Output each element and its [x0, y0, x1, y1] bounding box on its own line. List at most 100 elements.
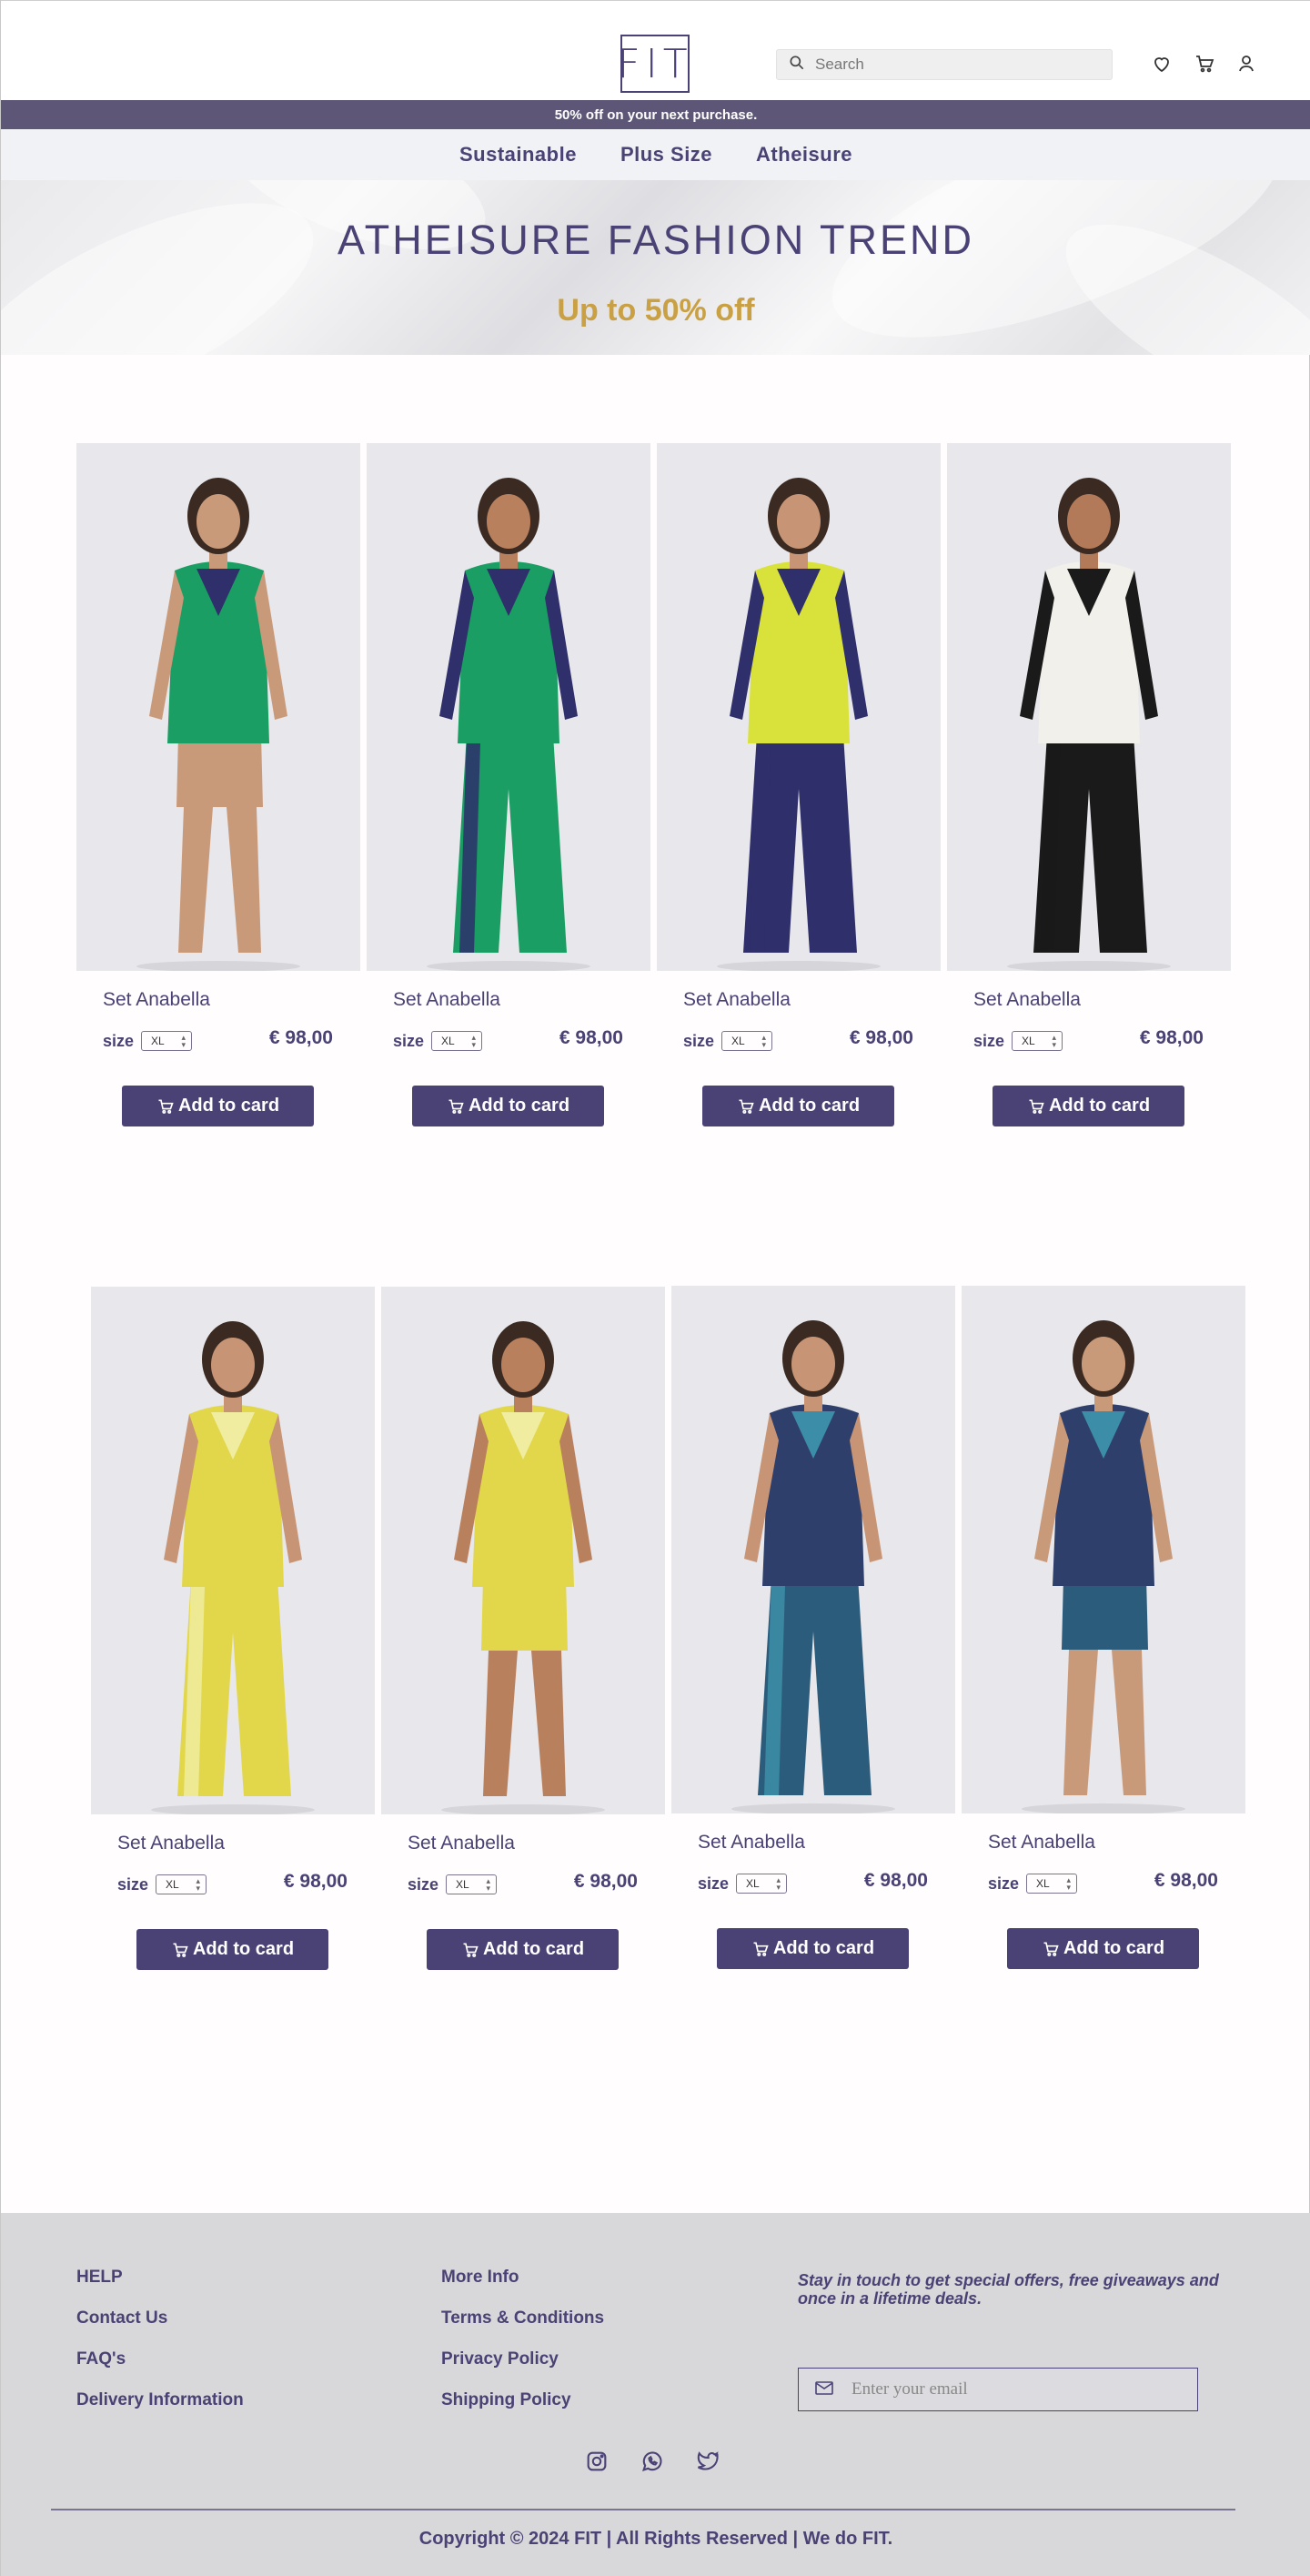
cart-icon[interactable]: [1192, 51, 1217, 76]
instagram-icon[interactable]: [583, 2448, 610, 2475]
site-header: FIT: [1, 0, 1310, 100]
size-row: size XL ▴ ▾: [103, 1031, 193, 1051]
size-row: size XL ▴ ▾: [393, 1031, 483, 1051]
cart-icon: [461, 1941, 483, 1959]
add-to-cart-button[interactable]: Add to card: [122, 1086, 314, 1126]
stepper-icon: ▴ ▾: [471, 1033, 477, 1049]
stepper-icon: ▴ ▾: [196, 1876, 201, 1893]
stepper-icon: ▴ ▾: [1052, 1033, 1057, 1049]
product-image[interactable]: [657, 443, 941, 971]
add-to-cart-button[interactable]: Add to card: [136, 1929, 328, 1970]
search-icon: [788, 54, 806, 76]
nav-plus-size[interactable]: Plus Size: [620, 143, 712, 167]
add-to-cart-button[interactable]: Add to card: [702, 1086, 894, 1126]
add-to-cart-button[interactable]: Add to card: [427, 1929, 619, 1970]
size-row: size XL ▴ ▾: [973, 1031, 1063, 1051]
size-select[interactable]: XL ▴ ▾: [141, 1031, 193, 1051]
cart-icon: [447, 1097, 469, 1116]
hero-banner: ATHEISURE FASHION TREND Up to 50% off: [1, 180, 1310, 355]
product-name[interactable]: Set Anabella: [408, 1833, 515, 1854]
size-select[interactable]: XL ▴ ▾: [1026, 1874, 1078, 1894]
product-price: € 98,00: [863, 1870, 928, 1891]
size-value: XL: [456, 1878, 469, 1891]
footer-link-terms[interactable]: Terms & Conditions: [441, 2308, 604, 2328]
product-image[interactable]: [671, 1286, 955, 1813]
product-card: Set Anabella size XL ▴ ▾ € 98,00 Add to c…: [367, 443, 650, 1126]
nav-atheisure[interactable]: Atheisure: [756, 143, 852, 167]
size-label: size: [973, 1031, 1005, 1050]
product-image[interactable]: [91, 1287, 375, 1814]
footer-link-privacy[interactable]: Privacy Policy: [441, 2349, 604, 2369]
size-select[interactable]: XL ▴ ▾: [446, 1874, 498, 1894]
product-price: € 98,00: [1139, 1027, 1204, 1048]
nav-sustainable[interactable]: Sustainable: [459, 143, 577, 167]
size-label: size: [988, 1874, 1020, 1893]
stepper-icon: ▴ ▾: [486, 1876, 491, 1893]
footer-link-contact[interactable]: Contact Us: [76, 2308, 244, 2328]
search-input[interactable]: [815, 56, 1088, 74]
product-price: € 98,00: [559, 1027, 623, 1048]
user-icon[interactable]: [1234, 51, 1259, 76]
footer-link-delivery[interactable]: Delivery Information: [76, 2390, 244, 2409]
add-to-cart-button[interactable]: Add to card: [717, 1928, 909, 1969]
product-image[interactable]: [381, 1287, 665, 1814]
size-value: XL: [1022, 1035, 1035, 1047]
product-name[interactable]: Set Anabella: [393, 989, 500, 1011]
product-name[interactable]: Set Anabella: [698, 1832, 805, 1854]
size-label: size: [117, 1874, 149, 1894]
size-row: size XL ▴ ▾: [683, 1031, 773, 1051]
add-to-cart-label: Add to card: [482, 1939, 585, 1959]
product-name[interactable]: Set Anabella: [973, 989, 1081, 1011]
product-image[interactable]: [962, 1286, 1245, 1813]
size-select[interactable]: XL ▴ ▾: [1012, 1031, 1063, 1051]
size-label: size: [698, 1874, 730, 1893]
product-card: Set Anabella size XL ▴ ▾ € 98,00 Add to c…: [657, 443, 941, 1126]
product-price: € 98,00: [849, 1027, 913, 1048]
footer-link-faq[interactable]: FAQ's: [76, 2349, 244, 2369]
product-card: Set Anabella size XL ▴ ▾ € 98,00 Add to c…: [962, 1286, 1245, 1969]
footer-divider: [51, 2509, 1235, 2510]
product-name[interactable]: Set Anabella: [988, 1832, 1095, 1854]
email-field[interactable]: [798, 2368, 1198, 2411]
footer-link-shipping[interactable]: Shipping Policy: [441, 2390, 604, 2409]
add-to-cart-button[interactable]: Add to card: [412, 1086, 604, 1126]
size-select[interactable]: XL ▴ ▾: [431, 1031, 483, 1051]
category-nav: Sustainable Plus Size Atheisure: [1, 129, 1310, 180]
add-to-cart-label: Add to card: [1063, 1938, 1165, 1958]
cart-icon: [1042, 1940, 1063, 1958]
cart-icon: [171, 1941, 193, 1959]
product-name[interactable]: Set Anabella: [103, 989, 210, 1011]
product-image[interactable]: [76, 443, 360, 971]
product-image[interactable]: [367, 443, 650, 971]
size-label: size: [408, 1874, 439, 1894]
product-card: Set Anabella size XL ▴ ▾ € 98,00 Add to c…: [947, 443, 1231, 1126]
stepper-icon: ▴ ▾: [761, 1033, 767, 1049]
whatsapp-icon[interactable]: [639, 2448, 666, 2475]
size-value: XL: [731, 1035, 745, 1047]
product-card: Set Anabella size XL ▴ ▾ € 98,00 Add to c…: [381, 1287, 665, 1970]
logo[interactable]: FIT: [617, 35, 690, 93]
add-to-cart-button[interactable]: Add to card: [1007, 1928, 1199, 1969]
add-to-cart-label: Add to card: [468, 1096, 570, 1116]
mail-icon: [813, 2377, 835, 2403]
stepper-icon: ▴ ▾: [1066, 1875, 1072, 1892]
size-label: size: [103, 1031, 135, 1050]
twitter-icon[interactable]: [694, 2448, 721, 2475]
size-value: XL: [1036, 1877, 1050, 1890]
product-image[interactable]: [947, 443, 1231, 971]
search-bar[interactable]: [776, 49, 1113, 80]
size-select[interactable]: XL ▴ ▾: [156, 1874, 207, 1894]
size-select[interactable]: XL ▴ ▾: [721, 1031, 773, 1051]
site-footer: HELP Contact Us FAQ's Delivery Informati…: [1, 2213, 1310, 2576]
size-row: size XL ▴ ▾: [988, 1874, 1078, 1894]
size-value: XL: [441, 1035, 455, 1047]
product-name[interactable]: Set Anabella: [117, 1833, 225, 1854]
newsletter-text: Stay in touch to get special offers, fre…: [798, 2271, 1219, 2308]
size-select[interactable]: XL ▴ ▾: [736, 1874, 788, 1894]
email-input[interactable]: [852, 2379, 1179, 2399]
size-row: size XL ▴ ▾: [698, 1874, 788, 1894]
heart-icon[interactable]: [1149, 51, 1174, 76]
product-name[interactable]: Set Anabella: [683, 989, 791, 1011]
add-to-cart-button[interactable]: Add to card: [993, 1086, 1184, 1126]
add-to-cart-label: Add to card: [192, 1939, 295, 1959]
